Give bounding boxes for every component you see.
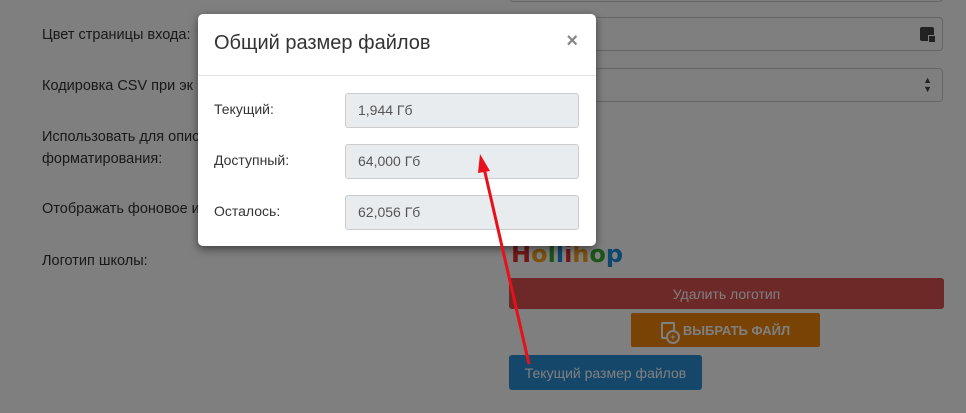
modal-title: Общий размер файлов <box>214 32 431 54</box>
file-size-modal: Общий размер файлов × Текущий: 1,944 Гб … <box>198 14 596 246</box>
available-value: 64,000 Гб <box>345 144 579 179</box>
row-available: Доступный: 64,000 Гб <box>214 144 579 180</box>
available-label: Доступный: <box>214 152 290 168</box>
row-remaining: Осталось: 62,056 Гб <box>214 195 579 231</box>
current-label: Текущий: <box>214 101 274 117</box>
close-icon[interactable]: × <box>566 31 578 51</box>
remaining-label: Осталось: <box>214 203 281 219</box>
row-current: Текущий: 1,944 Гб <box>214 93 579 129</box>
remaining-value: 62,056 Гб <box>345 195 579 230</box>
current-value: 1,944 Гб <box>345 93 579 128</box>
modal-header: Общий размер файлов × <box>198 14 596 76</box>
